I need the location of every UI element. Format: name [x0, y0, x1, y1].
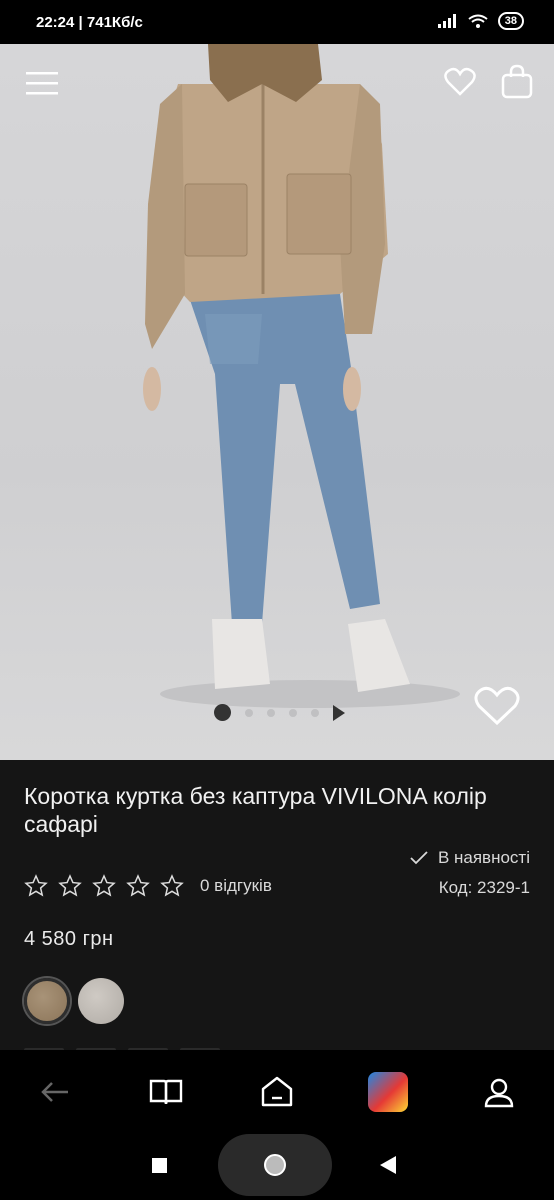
game-app-icon — [367, 1072, 408, 1112]
product-photo — [143, 44, 460, 708]
back-arrow-icon — [41, 1082, 69, 1102]
wifi-icon — [468, 14, 488, 28]
color-swatch-light[interactable] — [78, 978, 124, 1024]
product-info: Коротка куртка без каптура VIVILONA колі… — [0, 760, 554, 1052]
game-app-button[interactable] — [360, 1064, 416, 1120]
availability-label: В наявності — [437, 848, 530, 867]
add-to-wishlist-heart-icon[interactable] — [474, 686, 520, 726]
home-icon — [261, 1076, 293, 1107]
availability-status: В наявності — [410, 848, 530, 868]
profile-icon — [484, 1078, 513, 1108]
gallery-pagination — [214, 704, 345, 721]
gallery-dot-3[interactable] — [267, 708, 275, 717]
status-icons: 38 — [437, 12, 524, 30]
check-icon — [410, 851, 428, 865]
color-swatch-safari[interactable] — [24, 978, 70, 1024]
product-code: Код: 2329-1 — [438, 878, 530, 897]
system-home-button[interactable] — [218, 1134, 332, 1196]
star-icon[interactable] — [58, 874, 82, 898]
battery-level: 38 — [497, 12, 524, 30]
product-price: 4 580 грн — [24, 928, 114, 950]
signal-icon — [437, 14, 456, 28]
back-button[interactable] — [27, 1064, 83, 1120]
star-icon[interactable] — [92, 874, 116, 898]
catalog-book-icon — [149, 1079, 183, 1105]
bag-icon[interactable] — [500, 64, 534, 100]
star-icon[interactable] — [160, 874, 184, 898]
catalog-button[interactable] — [138, 1064, 194, 1120]
reviews-count-link[interactable]: 0 відгуків — [200, 876, 272, 896]
gallery-dot-1[interactable] — [214, 704, 231, 721]
star-icon[interactable] — [24, 874, 48, 898]
home-button[interactable] — [249, 1064, 305, 1120]
product-title: Коротка куртка без каптура VIVILONA колі… — [24, 783, 487, 837]
menu-icon[interactable] — [26, 70, 58, 98]
rating-stars: 0 відгуків — [24, 874, 272, 898]
color-swatches — [24, 978, 124, 1024]
recent-apps-icon[interactable] — [152, 1158, 167, 1173]
system-navigation-bar — [0, 1134, 554, 1200]
system-back-icon[interactable] — [380, 1156, 396, 1174]
wishlist-heart-icon[interactable] — [444, 66, 476, 98]
status-bar: 22:24 | 741Кб/с 38 — [0, 0, 554, 44]
gallery-dot-5[interactable] — [311, 708, 319, 717]
profile-button[interactable] — [471, 1064, 527, 1120]
home-circle-icon — [264, 1154, 286, 1176]
gallery-dot-2[interactable] — [245, 708, 253, 717]
hero-top-bar — [0, 44, 554, 124]
status-time: 22:24 | 741Кб/с — [36, 14, 143, 31]
bottom-navigation — [0, 1050, 554, 1134]
product-gallery[interactable] — [0, 44, 554, 760]
gallery-next-arrow-icon[interactable] — [333, 704, 345, 721]
star-icon[interactable] — [126, 874, 150, 898]
gallery-dot-4[interactable] — [289, 708, 297, 717]
